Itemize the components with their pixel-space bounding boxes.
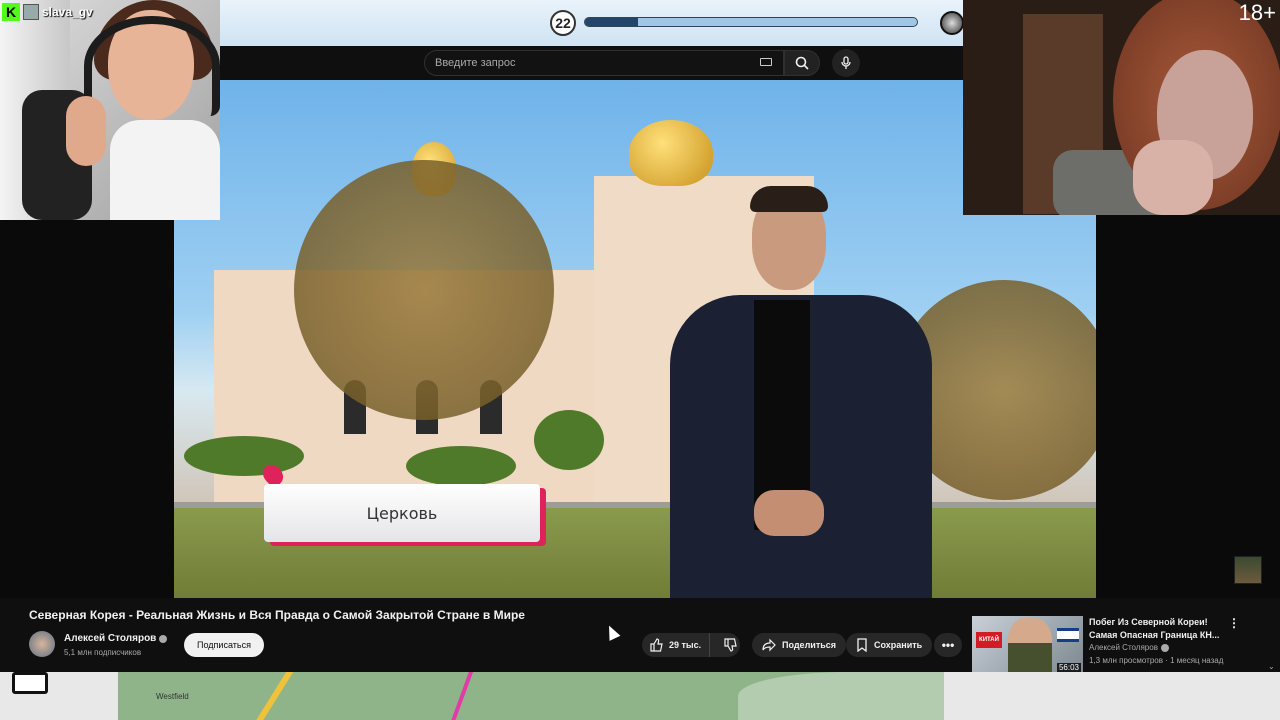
share-label: Поделиться: [782, 640, 837, 650]
verified-icon: [1160, 643, 1169, 652]
presenter-hair: [750, 186, 828, 212]
streamer-top: [110, 120, 220, 220]
stream-progress-bar: 22: [220, 0, 964, 46]
miniplayer-thumbnail[interactable]: [1234, 556, 1262, 584]
channel-avatar[interactable]: [29, 631, 55, 657]
like-button[interactable]: 29 тыс.: [642, 633, 711, 657]
recommended-title-line: Самая Опасная Граница КН...: [1089, 630, 1220, 640]
screen: 22 Введите запрос Церковь K slava_gv 18+…: [0, 0, 1280, 720]
video-info-bar: Северная Корея - Реальная Жизнь и Вся Пр…: [0, 598, 1280, 674]
map-label: Westfield: [156, 692, 189, 701]
level-badge: 22: [550, 10, 576, 36]
youtube-header: Введите запрос: [220, 46, 964, 80]
video-title: Северная Корея - Реальная Жизнь и Вся Пр…: [29, 608, 525, 622]
location-caption-text: Церковь: [366, 503, 438, 523]
map-route: [444, 672, 476, 720]
search-input[interactable]: Введите запрос: [424, 50, 784, 76]
map-road: [247, 672, 295, 720]
like-dislike-group: 29 тыс.: [642, 633, 740, 657]
channel-name[interactable]: Алексей Столяров: [64, 633, 156, 644]
streamer-name: slava_gv: [42, 5, 93, 19]
share-icon: [762, 638, 776, 652]
more-vertical-icon[interactable]: ⋮: [1228, 616, 1240, 632]
age-rating-badge: 18+: [1238, 0, 1276, 25]
level-progress-track: [584, 17, 918, 27]
bookmark-icon: [857, 638, 867, 652]
more-horizontal-icon: •••: [941, 638, 955, 652]
game-minimap: Westfield: [118, 672, 944, 720]
scroll-down-icon[interactable]: ⌄: [1268, 662, 1275, 671]
save-button[interactable]: Сохранить: [846, 633, 933, 657]
thumbnail-text: КИТАЙ: [976, 632, 1002, 648]
streamer-tag: K slava_gv: [2, 3, 93, 21]
keyboard-icon[interactable]: [760, 58, 772, 66]
subscriber-count: 5,1 млн подписчиков: [64, 648, 142, 657]
thumbnail-person: [1008, 618, 1052, 674]
verified-icon: [159, 634, 168, 643]
share-button[interactable]: Поделиться: [752, 633, 847, 657]
save-label: Сохранить: [874, 640, 923, 650]
monitor-icon: [12, 672, 48, 694]
search-icon: [795, 56, 809, 70]
map-coast: [738, 672, 944, 720]
channel-name-row[interactable]: Алексей Столяров: [64, 633, 168, 644]
dislike-button[interactable]: [716, 633, 746, 657]
flag-icon: [1057, 628, 1079, 642]
streamer-webcam: K slava_gv: [0, 0, 220, 220]
guest-hand: [1133, 140, 1213, 215]
bush: [534, 410, 604, 470]
recommended-meta: 1,3 млн просмотров · 1 месяц назад: [1089, 656, 1224, 665]
mic-icon: [841, 56, 851, 69]
video-duration: 56:03: [1056, 663, 1081, 672]
streamer-hand: [66, 96, 106, 166]
subscribe-button[interactable]: Подписаться: [184, 633, 264, 657]
headset-icon: [84, 16, 220, 116]
more-actions-button[interactable]: •••: [934, 633, 962, 657]
recommended-channel: Алексей Столяров: [1089, 643, 1158, 652]
guest-webcam: 18+: [963, 0, 1280, 215]
coin-icon: [940, 11, 964, 35]
golden-dome: [629, 120, 713, 186]
video-player[interactable]: Церковь: [174, 80, 1096, 598]
voice-search-button[interactable]: [832, 49, 860, 77]
recommended-channel-row[interactable]: Алексей Столяров: [1089, 643, 1169, 652]
tree: [294, 160, 554, 420]
level-progress-fill: [585, 18, 639, 26]
recommended-video-thumbnail[interactable]: КИТАЙ 56:03: [972, 616, 1083, 674]
avatar: [23, 4, 39, 20]
bush: [406, 446, 516, 486]
presenter: [670, 186, 932, 598]
recommended-video-title[interactable]: Побег Из Северной Кореи! Самая Опасная Г…: [1089, 616, 1224, 642]
recommended-title-line: Побег Из Северной Кореи!: [1089, 617, 1208, 627]
kick-logo-icon: K: [2, 3, 20, 21]
thumbs-up-icon: [650, 638, 663, 652]
thumbs-down-icon: [724, 638, 737, 652]
location-caption: Церковь: [264, 484, 540, 542]
bush: [184, 436, 304, 476]
search-button[interactable]: [784, 50, 820, 76]
like-count: 29 тыс.: [669, 640, 702, 650]
presenter-hands: [754, 490, 824, 536]
